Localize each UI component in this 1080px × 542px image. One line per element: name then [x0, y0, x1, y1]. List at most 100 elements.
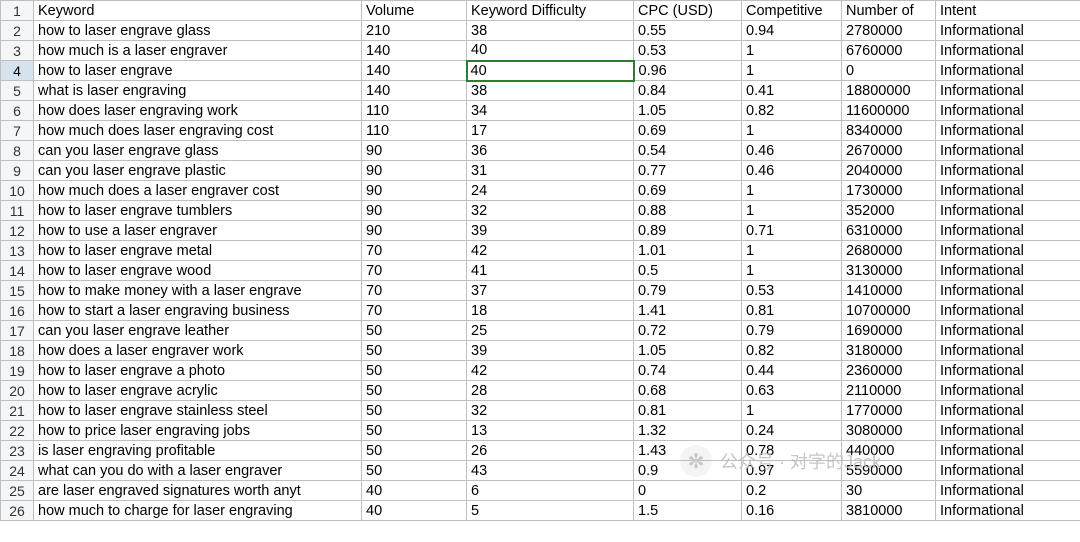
cell-c[interactable]: 24	[467, 181, 634, 201]
cell-c[interactable]: 42	[467, 241, 634, 261]
row-number[interactable]: 18	[1, 341, 34, 361]
cell-e[interactable]: 0.63	[742, 381, 842, 401]
cell-e[interactable]: 1	[742, 61, 842, 81]
cell-e[interactable]: 1	[742, 201, 842, 221]
cell-f[interactable]: 352000	[842, 201, 936, 221]
cell-b[interactable]: 70	[362, 301, 467, 321]
cell-b[interactable]: 40	[362, 481, 467, 501]
cell-a[interactable]: how does laser engraving work	[34, 101, 362, 121]
cell-a[interactable]: what is laser engraving	[34, 81, 362, 101]
cell-d[interactable]: 0.88	[634, 201, 742, 221]
row-number-header[interactable]: 1	[1, 1, 34, 21]
cell-d[interactable]: 0.69	[634, 121, 742, 141]
cell-d[interactable]: 0.69	[634, 181, 742, 201]
cell-a[interactable]: how to start a laser engraving business	[34, 301, 362, 321]
cell-c[interactable]: 41	[467, 261, 634, 281]
cell-c[interactable]: 25	[467, 321, 634, 341]
cell-g[interactable]: Informational	[936, 261, 1080, 281]
cell-a[interactable]: how much does laser engraving cost	[34, 121, 362, 141]
cell-f[interactable]: 3180000	[842, 341, 936, 361]
header-g[interactable]: Intent	[936, 1, 1080, 21]
cell-b[interactable]: 90	[362, 161, 467, 181]
cell-c[interactable]: 38	[467, 21, 634, 41]
cell-d[interactable]: 0.5	[634, 261, 742, 281]
cell-e[interactable]: 1	[742, 41, 842, 61]
cell-c[interactable]: 43	[467, 461, 634, 481]
row-number[interactable]: 20	[1, 381, 34, 401]
cell-g[interactable]: Informational	[936, 341, 1080, 361]
cell-d[interactable]: 0	[634, 481, 742, 501]
cell-c[interactable]: 32	[467, 401, 634, 421]
cell-e[interactable]: 0.24	[742, 421, 842, 441]
row-number[interactable]: 24	[1, 461, 34, 481]
cell-d[interactable]: 0.81	[634, 401, 742, 421]
cell-b[interactable]: 50	[362, 421, 467, 441]
cell-b[interactable]: 40	[362, 501, 467, 521]
cell-b[interactable]: 50	[362, 441, 467, 461]
cell-b[interactable]: 50	[362, 361, 467, 381]
cell-f[interactable]: 3080000	[842, 421, 936, 441]
cell-b[interactable]: 90	[362, 181, 467, 201]
cell-b[interactable]: 70	[362, 241, 467, 261]
cell-c[interactable]: 13	[467, 421, 634, 441]
cell-g[interactable]: Informational	[936, 81, 1080, 101]
cell-b[interactable]: 50	[362, 341, 467, 361]
cell-g[interactable]: Informational	[936, 241, 1080, 261]
cell-c[interactable]: 40	[467, 61, 634, 81]
cell-b[interactable]: 110	[362, 121, 467, 141]
cell-f[interactable]: 2360000	[842, 361, 936, 381]
cell-f[interactable]: 1690000	[842, 321, 936, 341]
cell-d[interactable]: 0.89	[634, 221, 742, 241]
cell-g[interactable]: Informational	[936, 461, 1080, 481]
row-number[interactable]: 6	[1, 101, 34, 121]
cell-e[interactable]: 1	[742, 121, 842, 141]
cell-a[interactable]: how to laser engrave metal	[34, 241, 362, 261]
cell-f[interactable]: 11600000	[842, 101, 936, 121]
cell-d[interactable]: 0.74	[634, 361, 742, 381]
cell-g[interactable]: Informational	[936, 21, 1080, 41]
cell-c[interactable]: 26	[467, 441, 634, 461]
cell-b[interactable]: 140	[362, 81, 467, 101]
row-number[interactable]: 5	[1, 81, 34, 101]
row-number[interactable]: 10	[1, 181, 34, 201]
row-number[interactable]: 15	[1, 281, 34, 301]
cell-f[interactable]: 3130000	[842, 261, 936, 281]
cell-c[interactable]: 31	[467, 161, 634, 181]
cell-d[interactable]: 0.68	[634, 381, 742, 401]
cell-g[interactable]: Informational	[936, 121, 1080, 141]
cell-c[interactable]: 18	[467, 301, 634, 321]
cell-g[interactable]: Informational	[936, 381, 1080, 401]
row-number[interactable]: 8	[1, 141, 34, 161]
cell-a[interactable]: how to use a laser engraver	[34, 221, 362, 241]
row-number[interactable]: 3	[1, 41, 34, 61]
cell-g[interactable]: Informational	[936, 61, 1080, 81]
cell-c[interactable]: 32	[467, 201, 634, 221]
cell-e[interactable]: 0.81	[742, 301, 842, 321]
cell-f[interactable]: 8340000	[842, 121, 936, 141]
cell-a[interactable]: what can you do with a laser engraver	[34, 461, 362, 481]
spreadsheet-table[interactable]: 1KeywordVolumeKeyword DifficultyCPC (USD…	[0, 0, 1080, 521]
cell-d[interactable]: 1.5	[634, 501, 742, 521]
cell-e[interactable]: 1	[742, 241, 842, 261]
cell-g[interactable]: Informational	[936, 301, 1080, 321]
cell-g[interactable]: Informational	[936, 141, 1080, 161]
cell-d[interactable]: 1.32	[634, 421, 742, 441]
cell-b[interactable]: 90	[362, 141, 467, 161]
cell-f[interactable]: 2780000	[842, 21, 936, 41]
cell-f[interactable]: 30	[842, 481, 936, 501]
cell-c[interactable]: 28	[467, 381, 634, 401]
row-number[interactable]: 14	[1, 261, 34, 281]
row-number[interactable]: 26	[1, 501, 34, 521]
cell-a[interactable]: how to laser engrave acrylic	[34, 381, 362, 401]
cell-f[interactable]: 440000	[842, 441, 936, 461]
cell-d[interactable]: 1.05	[634, 341, 742, 361]
cell-e[interactable]: 0.71	[742, 221, 842, 241]
cell-a[interactable]: how to laser engrave tumblers	[34, 201, 362, 221]
cell-e[interactable]: 0.94	[742, 21, 842, 41]
cell-g[interactable]: Informational	[936, 161, 1080, 181]
cell-d[interactable]: 0.84	[634, 81, 742, 101]
header-d[interactable]: CPC (USD)	[634, 1, 742, 21]
cell-f[interactable]: 2110000	[842, 381, 936, 401]
cell-f[interactable]: 10700000	[842, 301, 936, 321]
cell-a[interactable]: how to price laser engraving jobs	[34, 421, 362, 441]
